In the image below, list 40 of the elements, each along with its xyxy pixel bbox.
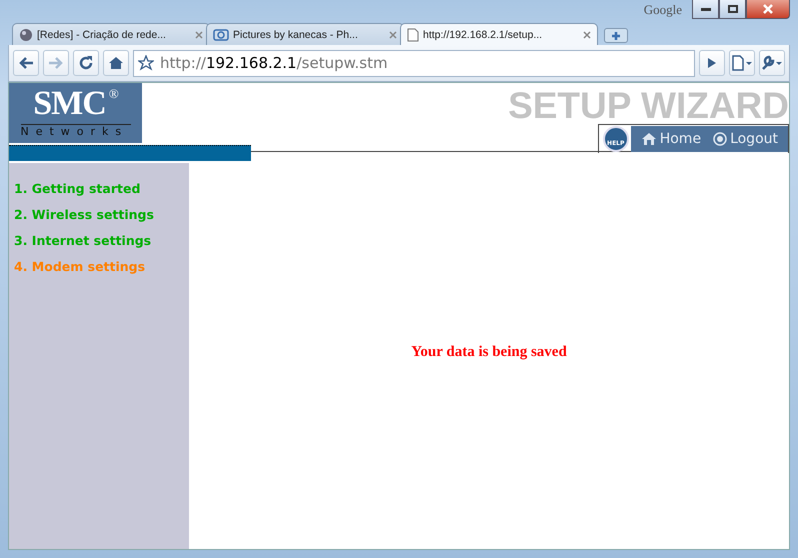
browser-tab[interactable]: http://192.168.2.1/setup... <box>400 23 598 45</box>
plus-icon <box>611 30 621 40</box>
browser-tab[interactable]: Pictures by kanecas - Ph... <box>206 23 404 45</box>
close-icon <box>763 4 773 14</box>
reload-button[interactable] <box>73 50 99 76</box>
home-icon <box>108 56 124 70</box>
brand-logo: SMC® Networks <box>9 83 142 143</box>
go-button[interactable] <box>699 50 725 76</box>
page-icon <box>407 28 419 42</box>
reload-icon <box>78 55 94 71</box>
play-icon <box>707 57 717 69</box>
nav-link[interactable]: Logout <box>713 131 778 147</box>
wrench-icon <box>761 55 783 71</box>
new-tab-button[interactable] <box>604 28 628 43</box>
target-icon <box>713 132 728 146</box>
url-text: http://192.168.2.1/setupw.stm <box>160 54 388 72</box>
browser-tab[interactable]: [Redes] - Criação de rede... <box>12 23 210 45</box>
star-icon[interactable] <box>138 55 154 71</box>
camera-icon <box>213 28 229 41</box>
close-icon[interactable] <box>583 30 591 38</box>
browser-brand: Google <box>644 2 682 18</box>
page-menu-icon <box>731 55 753 71</box>
settings-button[interactable] <box>759 50 785 76</box>
page-title: SETUP WIZARD <box>508 86 789 126</box>
close-button[interactable] <box>746 0 790 19</box>
minimize-icon <box>700 8 710 10</box>
maximize-button[interactable] <box>719 0 746 19</box>
close-icon[interactable] <box>389 30 397 38</box>
back-icon <box>18 56 34 70</box>
nav-link[interactable]: Home <box>640 131 702 147</box>
address-bar[interactable]: http://192.168.2.1/setupw.stm <box>133 50 695 76</box>
minimize-button[interactable] <box>692 0 719 19</box>
back-button[interactable] <box>13 50 39 76</box>
maximize-icon <box>728 5 738 13</box>
close-icon[interactable] <box>195 30 203 38</box>
status-message: Your data is being saved <box>411 344 567 360</box>
page-menu-button[interactable] <box>729 50 755 76</box>
house-icon <box>640 132 657 146</box>
home-button[interactable] <box>103 50 129 76</box>
forward-icon <box>48 56 64 70</box>
